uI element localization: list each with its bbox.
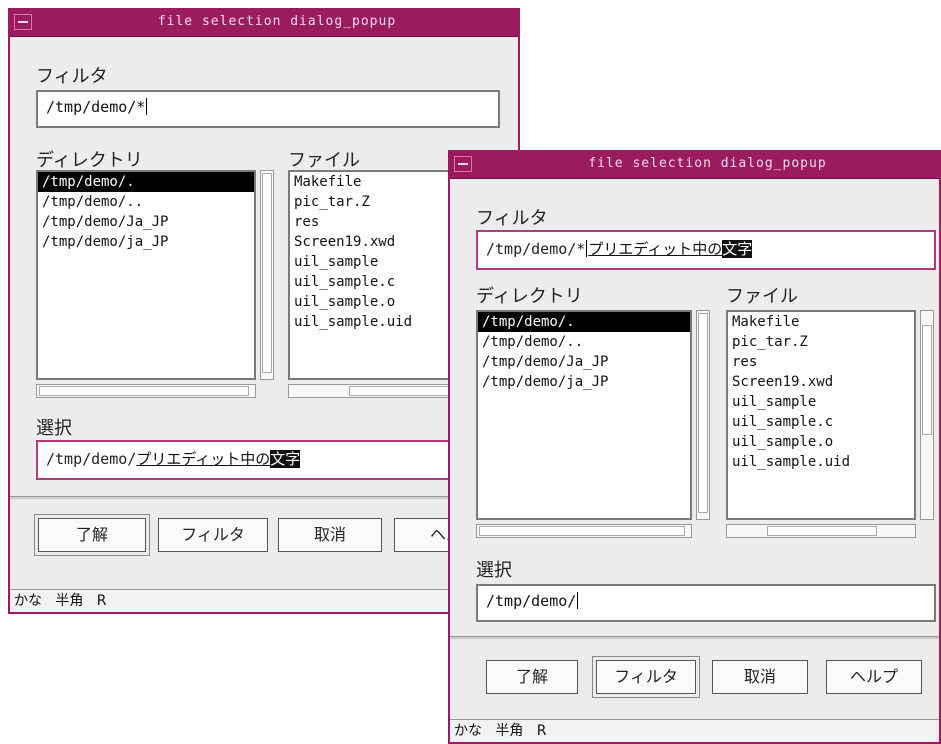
filter-button[interactable]: フィルタ	[592, 656, 700, 698]
list-item[interactable]: uil_sample.o	[728, 432, 914, 452]
list-item[interactable]: res	[728, 352, 914, 372]
help-button[interactable]: ヘルプ	[826, 660, 922, 694]
scroll-thumb[interactable]	[767, 526, 877, 536]
selection-input[interactable]: /tmp/demo/	[476, 584, 936, 622]
halfwidth-indicator: 半角	[55, 593, 84, 609]
halfwidth-indicator: 半角	[495, 723, 524, 739]
scroll-thumb[interactable]	[39, 386, 249, 396]
text-cursor	[146, 98, 148, 115]
input-method-status: かな 半角 R	[450, 719, 939, 742]
title-bar[interactable]: file selection dialog_popup	[10, 10, 518, 37]
title-bar[interactable]: file selection dialog_popup	[450, 152, 939, 179]
directory-label: ディレクトリ	[36, 150, 143, 171]
filter-input[interactable]: /tmp/demo/*	[36, 90, 500, 128]
divider	[10, 496, 518, 499]
list-item[interactable]: /tmp/demo/ja_JP	[478, 372, 690, 392]
cancel-button[interactable]: 取消	[278, 518, 382, 552]
list-item[interactable]: uil_sample	[728, 392, 914, 412]
list-item[interactable]: /tmp/demo/..	[38, 192, 254, 212]
directory-list[interactable]: /tmp/demo/./tmp/demo/../tmp/demo/Ja_JP/t…	[476, 310, 692, 520]
list-item[interactable]: pic_tar.Z	[728, 332, 914, 352]
preedit-text: プリエディット中の	[136, 450, 271, 468]
selection-path: /tmp/demo/	[46, 450, 137, 468]
window-menu-icon[interactable]	[14, 14, 32, 30]
list-item[interactable]: uil_sample.c	[728, 412, 914, 432]
directory-horizontal-scrollbar[interactable]	[36, 384, 256, 398]
scroll-thumb[interactable]	[922, 325, 932, 435]
file-vertical-scrollbar[interactable]	[920, 310, 934, 520]
list-item[interactable]: Makefile	[728, 312, 914, 332]
filter-text: /tmp/demo/*	[46, 98, 146, 116]
ok-button[interactable]: 了解	[486, 660, 578, 694]
divider	[450, 636, 939, 639]
window-title: file selection dialog_popup	[157, 14, 397, 29]
filter-input[interactable]: /tmp/demo/* プリエディット中の文字	[476, 230, 936, 270]
filter-label: フィルタ	[476, 208, 548, 229]
list-item[interactable]: /tmp/demo/Ja_JP	[38, 212, 254, 232]
filter-button[interactable]: フィルタ	[158, 518, 268, 552]
filter-label: フィルタ	[36, 66, 108, 87]
kana-indicator: かな	[14, 593, 42, 609]
input-method-status: かな 半角 R	[10, 589, 518, 612]
selection-text: /tmp/demo/	[486, 592, 577, 610]
filter-path: /tmp/demo/*	[486, 240, 586, 258]
list-item[interactable]: Screen19.xwd	[728, 372, 914, 392]
window-menu-icon[interactable]	[454, 156, 472, 172]
scroll-thumb[interactable]	[262, 173, 272, 373]
scroll-thumb[interactable]	[479, 526, 685, 536]
list-item[interactable]: /tmp/demo/.	[478, 312, 690, 332]
file-list[interactable]: Makefile pic_tar.Z res Screen19.xwd uil_samp…	[726, 310, 916, 520]
list-item[interactable]: /tmp/demo/Ja_JP	[478, 352, 690, 372]
preedit-text: プリエディット中の	[588, 240, 723, 258]
list-item[interactable]: /tmp/demo/..	[478, 332, 690, 352]
text-cursor	[577, 592, 579, 609]
list-item[interactable]: /tmp/demo/ja_JP	[38, 232, 254, 252]
window-title: file selection dialog_popup	[588, 156, 827, 171]
file-selection-dialog-back: file selection dialog_popup フィルタ /tmp/de…	[8, 8, 528, 614]
r-indicator: R	[96, 593, 107, 609]
file-selection-dialog-front: file selection dialog_popup フィルタ /tmp/de…	[448, 150, 941, 744]
list-item[interactable]: /tmp/demo/.	[38, 172, 254, 192]
kana-indicator: かな	[454, 723, 482, 739]
file-label: ファイル	[726, 286, 798, 307]
selection-label: 選択	[36, 418, 72, 439]
file-label: ファイル	[288, 150, 360, 171]
directory-list[interactable]: /tmp/demo/./tmp/demo/../tmp/demo/Ja_JP/t…	[36, 170, 256, 380]
directory-label: ディレクトリ	[476, 286, 583, 307]
r-indicator: R	[536, 723, 547, 739]
ok-button[interactable]: 了解	[34, 514, 150, 556]
list-item[interactable]: uil_sample.uid	[728, 452, 914, 472]
cancel-button[interactable]: 取消	[712, 660, 808, 694]
scroll-thumb[interactable]	[698, 313, 708, 513]
preedit-highlight: 文字	[270, 450, 301, 468]
directory-vertical-scrollbar[interactable]	[260, 170, 274, 380]
preedit-highlight: 文字	[722, 240, 753, 258]
directory-horizontal-scrollbar[interactable]	[476, 524, 692, 538]
directory-vertical-scrollbar[interactable]	[696, 310, 710, 520]
selection-label: 選択	[476, 560, 512, 581]
file-horizontal-scrollbar[interactable]	[726, 524, 916, 538]
